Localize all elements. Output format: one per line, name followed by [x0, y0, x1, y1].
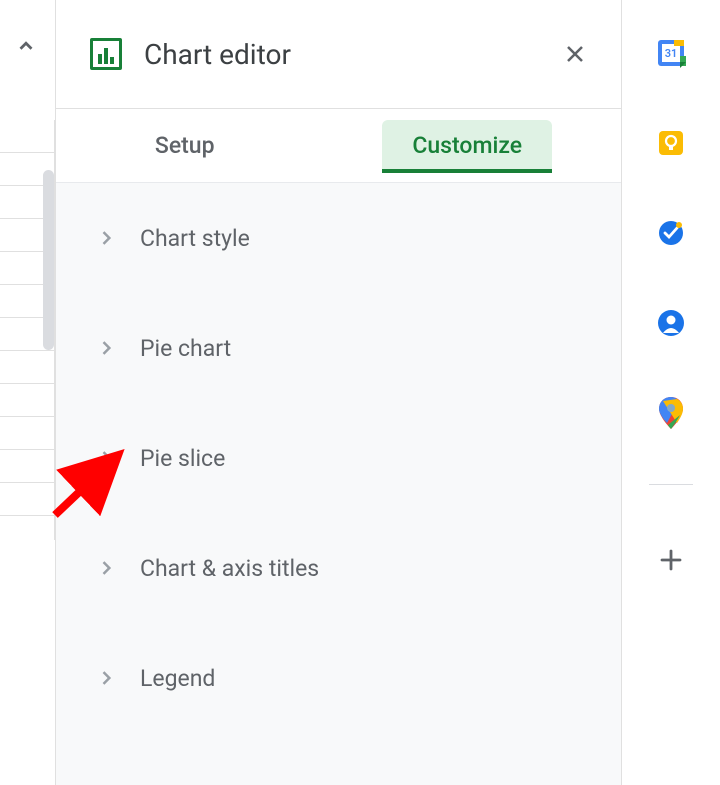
- maps-app-button[interactable]: [656, 398, 686, 428]
- close-icon: [563, 42, 587, 66]
- scrollbar-thumb[interactable]: [43, 170, 54, 350]
- side-panel-rail: 31: [622, 0, 720, 785]
- chevron-right-icon: [96, 338, 116, 358]
- collapse-panel-button[interactable]: [10, 30, 42, 62]
- chevron-right-icon: [96, 668, 116, 688]
- tab-customize[interactable]: Customize: [382, 120, 552, 171]
- section-chart-axis-titles[interactable]: Chart & axis titles: [56, 513, 621, 623]
- close-button[interactable]: [557, 36, 593, 72]
- tasks-app-button[interactable]: [656, 218, 686, 248]
- calendar-app-button[interactable]: 31: [656, 38, 686, 68]
- section-pie-slice[interactable]: Pie slice: [56, 403, 621, 513]
- chart-editor-panel: Chart editor Setup Customize Chart style…: [55, 0, 622, 785]
- section-pie-chart[interactable]: Pie chart: [56, 293, 621, 403]
- rail-divider: [649, 484, 693, 485]
- add-addon-button[interactable]: [656, 545, 686, 575]
- plus-icon: [658, 547, 684, 573]
- tabs: Setup Customize: [56, 109, 621, 183]
- maps-pin-icon: [659, 397, 683, 429]
- chart-icon: [90, 38, 122, 70]
- customize-sections: Chart style Pie chart Pie slice Chart & …: [56, 183, 621, 785]
- panel-header: Chart editor: [56, 0, 621, 109]
- panel-title: Chart editor: [144, 38, 557, 71]
- svg-text:31: 31: [665, 47, 678, 60]
- keep-app-button[interactable]: [656, 128, 686, 158]
- section-label: Chart style: [140, 225, 250, 252]
- tasks-icon: [657, 219, 685, 247]
- tab-setup[interactable]: Setup: [125, 120, 245, 171]
- section-label: Chart & axis titles: [140, 555, 319, 582]
- section-label: Legend: [140, 665, 215, 692]
- chevron-right-icon: [96, 558, 116, 578]
- chevron-up-icon: [15, 35, 37, 57]
- person-icon: [657, 309, 685, 337]
- section-chart-style[interactable]: Chart style: [56, 183, 621, 293]
- chevron-right-icon: [96, 228, 116, 248]
- contacts-app-button[interactable]: [656, 308, 686, 338]
- section-label: Pie slice: [140, 445, 225, 472]
- section-label: Pie chart: [140, 335, 231, 362]
- keep-icon: [657, 129, 685, 157]
- section-legend[interactable]: Legend: [56, 623, 621, 733]
- chevron-right-icon: [96, 448, 116, 468]
- calendar-icon: 31: [656, 38, 686, 68]
